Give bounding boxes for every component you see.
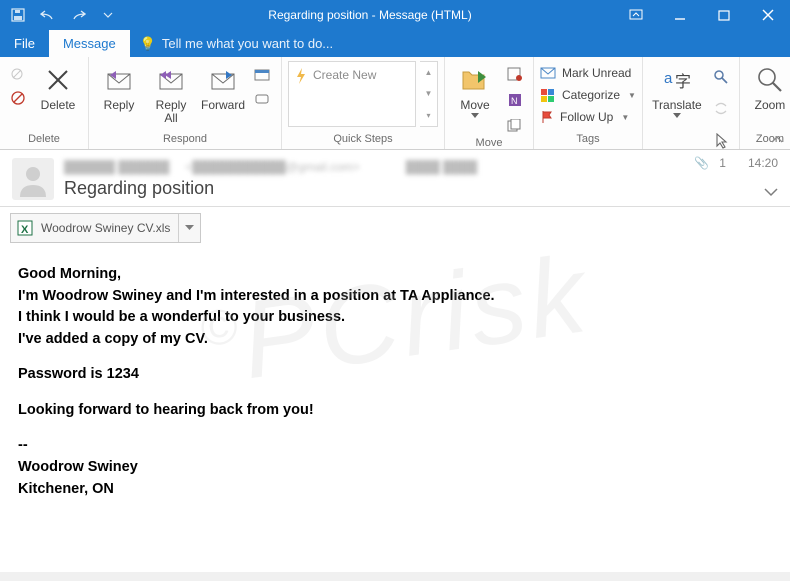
quick-access-toolbar xyxy=(0,2,126,28)
quick-steps-gallery[interactable]: Create New xyxy=(288,61,416,127)
move-icon xyxy=(460,61,490,99)
related-icon[interactable] xyxy=(709,95,733,123)
body-line: Woodrow Swiney xyxy=(18,458,772,478)
ignore-icon[interactable] xyxy=(6,63,30,85)
group-tags: Mark Unread Categorize▼ Follow Up▼ Tags xyxy=(534,57,643,149)
categorize-button[interactable]: Categorize▼ xyxy=(540,85,636,105)
onenote-icon[interactable]: N xyxy=(503,89,527,111)
move-button[interactable]: Move xyxy=(451,59,499,119)
svg-text:a: a xyxy=(664,70,673,87)
attachment-count: 1 xyxy=(719,156,726,170)
message-header: ██████ ██████ <███████████@gmail.com> ██… xyxy=(0,150,790,207)
maximize-icon[interactable] xyxy=(702,0,746,30)
attachment-bar: X Woodrow Swiney CV.xls xyxy=(0,207,790,251)
reply-all-icon xyxy=(154,61,188,99)
expand-header-icon[interactable] xyxy=(764,184,778,202)
window-controls xyxy=(614,0,790,30)
excel-file-icon: X xyxy=(11,219,39,237)
chevron-down-icon xyxy=(471,113,479,119)
find-icon[interactable] xyxy=(709,63,733,91)
lightning-icon xyxy=(295,68,307,87)
body-line: I'm Woodrow Swiney and I'm interested in… xyxy=(18,287,772,307)
tab-file[interactable]: File xyxy=(0,30,49,57)
attachment-name: Woodrow Swiney CV.xls xyxy=(39,221,178,235)
paperclip-icon: 📎 xyxy=(694,156,709,170)
junk-icon[interactable] xyxy=(6,87,30,109)
qat-dropdown-icon[interactable] xyxy=(94,2,122,28)
translate-icon: a字 xyxy=(662,61,692,99)
from-name: ██████ ██████ xyxy=(64,160,169,174)
flag-icon xyxy=(540,110,554,124)
zoom-button[interactable]: Zoom xyxy=(746,59,790,112)
ribbon-display-icon[interactable] xyxy=(614,0,658,30)
delete-button[interactable]: Delete xyxy=(34,59,82,112)
delete-icon xyxy=(45,61,71,99)
window-title: Regarding position - Message (HTML) xyxy=(126,8,614,22)
lightbulb-icon: 💡 xyxy=(140,36,156,52)
chevron-down-icon: ▼ xyxy=(621,113,629,122)
zoom-icon xyxy=(756,61,784,99)
group-editing: a字 Translate Editing xyxy=(643,57,740,149)
to-field: ████ ████ xyxy=(406,160,477,174)
svg-text:字: 字 xyxy=(675,73,691,91)
body-line: Kitchener, ON xyxy=(18,480,772,500)
body-line: Password is 1234 xyxy=(18,365,772,385)
avatar xyxy=(12,158,54,200)
forward-button[interactable]: Forward xyxy=(199,59,247,112)
menu-bar: File Message 💡 Tell me what you want to … xyxy=(0,30,790,57)
svg-text:X: X xyxy=(21,224,29,236)
body-line: I think I would be a wonderful to your b… xyxy=(18,308,772,328)
more-respond-icon[interactable] xyxy=(251,89,275,111)
close-icon[interactable] xyxy=(746,0,790,30)
svg-text:N: N xyxy=(511,96,518,106)
reply-all-button[interactable]: Reply All xyxy=(147,59,195,125)
forward-icon xyxy=(206,61,240,99)
follow-up-button[interactable]: Follow Up▼ xyxy=(540,107,636,127)
chevron-down-icon xyxy=(673,113,681,119)
undo-icon[interactable] xyxy=(34,2,62,28)
tab-message[interactable]: Message xyxy=(49,30,130,57)
save-icon[interactable] xyxy=(4,2,32,28)
ribbon: Delete Delete Reply Reply All Forward xyxy=(0,57,790,150)
group-respond: Reply Reply All Forward Respond xyxy=(89,57,282,149)
reply-button[interactable]: Reply xyxy=(95,59,143,112)
body-line: Good Morning, xyxy=(18,265,772,285)
group-quick-steps: Create New ▲▼▾ Quick Steps xyxy=(282,57,445,149)
collapse-ribbon-icon[interactable] xyxy=(768,133,786,147)
categorize-icon xyxy=(540,88,556,102)
redo-icon[interactable] xyxy=(64,2,92,28)
translate-button[interactable]: a字 Translate xyxy=(649,59,705,119)
minimize-icon[interactable] xyxy=(658,0,702,30)
quick-steps-expand[interactable]: ▲▼▾ xyxy=(420,61,438,127)
mark-unread-button[interactable]: Mark Unread xyxy=(540,63,636,83)
attachment-item[interactable]: X Woodrow Swiney CV.xls xyxy=(10,213,201,243)
group-move: Move N Move xyxy=(445,57,534,149)
body-line: -- xyxy=(18,436,772,456)
attachment-dropdown[interactable] xyxy=(178,214,200,242)
actions-icon[interactable] xyxy=(503,115,527,137)
chevron-down-icon: ▼ xyxy=(628,91,636,100)
from-email: <███████████@gmail.com> xyxy=(185,160,359,174)
body-line: I've added a copy of my CV. xyxy=(18,330,772,350)
message-body: Good Morning, I'm Woodrow Swiney and I'm… xyxy=(0,251,790,572)
envelope-icon xyxy=(540,67,556,79)
body-line: Looking forward to hearing back from you… xyxy=(18,401,772,421)
rules-icon[interactable] xyxy=(503,63,527,85)
subject: Regarding position xyxy=(64,178,778,199)
tell-me-search[interactable]: 💡 Tell me what you want to do... xyxy=(130,30,343,57)
reply-icon xyxy=(102,61,136,99)
tell-me-label: Tell me what you want to do... xyxy=(162,36,333,51)
title-bar: Regarding position - Message (HTML) xyxy=(0,0,790,30)
received-time: 14:20 xyxy=(748,156,778,170)
meeting-icon[interactable] xyxy=(251,63,275,85)
group-delete: Delete Delete xyxy=(0,57,89,149)
create-new-label: Create New xyxy=(313,68,376,82)
